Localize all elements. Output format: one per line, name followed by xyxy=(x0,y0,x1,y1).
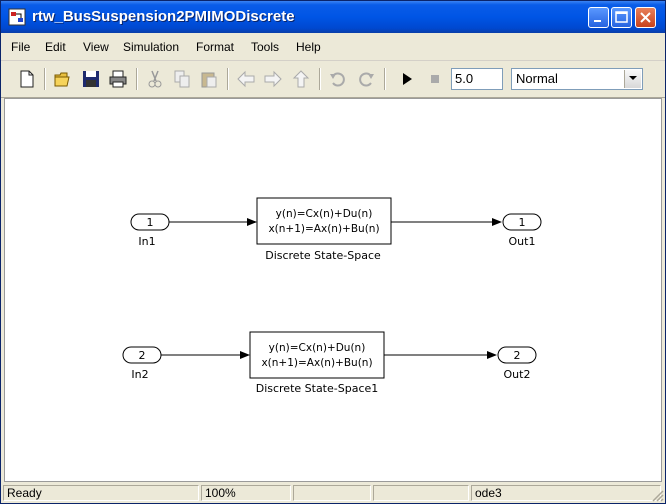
block-label[interactable]: Discrete State-Space xyxy=(265,249,381,262)
block-label[interactable]: Discrete State-Space1 xyxy=(256,382,379,395)
signal-arrowhead xyxy=(487,351,497,359)
outport-2-label: Out2 xyxy=(504,368,531,381)
stop-time-field[interactable]: 5.0 xyxy=(451,68,503,90)
discrete-state-space1-block[interactable]: y(n)=Cx(n)+Du(n) x(n+1)=Ax(n)+Bu(n) xyxy=(249,331,385,379)
menu-help[interactable]: Help xyxy=(296,40,321,54)
simulink-model-window: rtw_BusSuspension2PMIMODiscrete File Edi… xyxy=(0,0,666,504)
simulation-mode-value: Normal xyxy=(516,71,558,86)
undo-icon[interactable] xyxy=(328,69,348,89)
menu-edit[interactable]: Edit xyxy=(45,40,66,54)
inport-2-number: 2 xyxy=(139,349,146,362)
status-zoom: 100% xyxy=(201,485,291,501)
menu-format[interactable]: Format xyxy=(196,40,234,54)
block-equation-output: y(n)=Cx(n)+Du(n) xyxy=(269,342,366,354)
inport-1[interactable]: 1 xyxy=(130,213,170,231)
model-canvas[interactable]: 1 In1 y(n)=Cx(n)+Du(n) x(n+1)=Ax(n)+Bu(n… xyxy=(4,98,662,482)
maximize-icon xyxy=(615,11,628,23)
window-title: rtw_BusSuspension2PMIMODiscrete xyxy=(32,8,295,25)
close-icon xyxy=(640,12,651,23)
inport-2[interactable]: 2 xyxy=(122,346,162,364)
toolbar-separator xyxy=(44,68,46,90)
toolbar-separator xyxy=(384,68,386,90)
minimize-button[interactable] xyxy=(588,7,609,28)
chevron-down-icon xyxy=(629,76,637,80)
stop-simulation-icon[interactable] xyxy=(425,69,445,89)
signal-arrowhead xyxy=(492,218,502,226)
status-state: Ready xyxy=(3,485,199,501)
simulink-model-icon xyxy=(8,8,26,26)
menu-bar: File Edit View Simulation Format Tools H… xyxy=(1,33,665,61)
start-simulation-icon[interactable] xyxy=(397,69,417,89)
outport-2[interactable]: 2 xyxy=(497,346,537,364)
block-equation-state: x(n+1)=Ax(n)+Bu(n) xyxy=(261,357,372,369)
outport-1[interactable]: 1 xyxy=(502,213,542,231)
paste-icon[interactable] xyxy=(199,69,219,89)
menu-view[interactable]: View xyxy=(83,40,109,54)
block-equation-output: y(n)=Cx(n)+Du(n) xyxy=(276,208,373,220)
open-icon[interactable] xyxy=(53,69,73,89)
status-bar: Ready 100% ode3 xyxy=(1,483,665,503)
up-icon[interactable] xyxy=(291,69,311,89)
simulation-mode-select[interactable]: Normal xyxy=(511,68,643,90)
close-button[interactable] xyxy=(635,7,656,28)
cut-icon[interactable] xyxy=(145,69,165,89)
redo-icon[interactable] xyxy=(356,69,376,89)
dropdown-arrow-button[interactable] xyxy=(624,70,641,88)
outport-1-number: 1 xyxy=(519,216,526,229)
signal-arrowhead xyxy=(240,351,250,359)
resize-grip-icon[interactable] xyxy=(651,489,664,502)
outport-2-number: 2 xyxy=(514,349,521,362)
toolbar-separator xyxy=(319,68,321,90)
signal-arrowhead xyxy=(247,218,257,226)
toolbar-separator xyxy=(227,68,229,90)
title-bar[interactable]: rtw_BusSuspension2PMIMODiscrete xyxy=(1,1,665,33)
discrete-state-space-block[interactable]: y(n)=Cx(n)+Du(n) x(n+1)=Ax(n)+Bu(n) xyxy=(256,197,392,245)
menu-file[interactable]: File xyxy=(11,40,30,54)
inport-1-number: 1 xyxy=(147,216,154,229)
copy-icon[interactable] xyxy=(172,69,192,89)
inport-2-label: In2 xyxy=(131,368,148,381)
minimize-icon xyxy=(594,20,601,22)
inport-1-label: In1 xyxy=(138,235,155,248)
toolbar-separator xyxy=(136,68,138,90)
forward-icon[interactable] xyxy=(263,69,283,89)
status-cell xyxy=(373,485,469,501)
status-solver: ode3 xyxy=(471,485,661,501)
save-icon[interactable] xyxy=(81,69,101,89)
block-diagram: 1 In1 y(n)=Cx(n)+Du(n) x(n+1)=Ax(n)+Bu(n… xyxy=(122,197,542,395)
maximize-button[interactable] xyxy=(611,7,632,28)
new-icon[interactable] xyxy=(17,69,37,89)
menu-simulation[interactable]: Simulation xyxy=(123,40,179,54)
print-icon[interactable] xyxy=(108,69,128,89)
outport-1-label: Out1 xyxy=(509,235,536,248)
back-icon[interactable] xyxy=(236,69,256,89)
status-cell xyxy=(293,485,371,501)
block-equation-state: x(n+1)=Ax(n)+Bu(n) xyxy=(268,223,379,235)
menu-tools[interactable]: Tools xyxy=(251,40,279,54)
